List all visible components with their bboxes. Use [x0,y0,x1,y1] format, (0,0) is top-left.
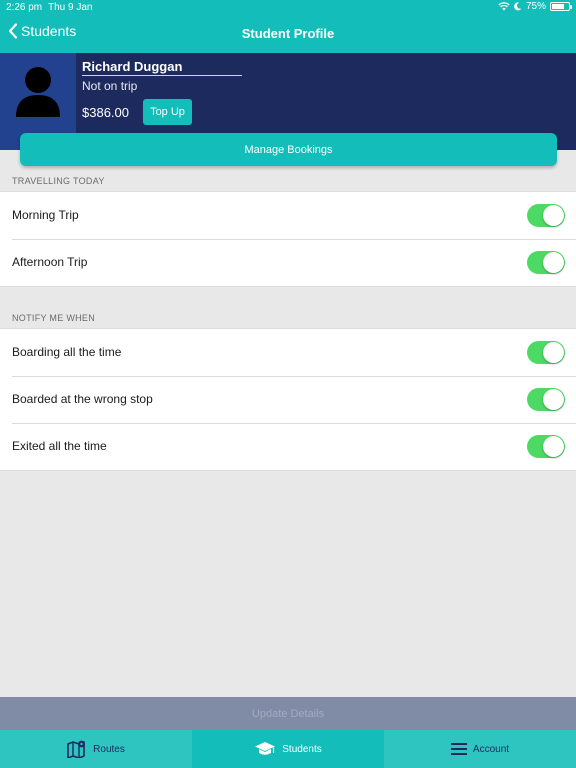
toggle-knob [543,389,564,410]
map-icon [67,740,86,758]
row-label: Boarded at the wrong stop [12,392,153,406]
tab-students[interactable]: Students [192,730,384,768]
battery-percent: 75% [525,1,546,12]
status-date: Thu 9 Jan [48,2,93,13]
wrong-stop-toggle[interactable] [527,388,565,411]
boarding-toggle[interactable] [527,341,565,364]
tab-label: Students [282,743,322,755]
toggle-knob [543,436,564,457]
exited-toggle[interactable] [527,435,565,458]
notify-group: Boarding all the time Boarded at the wro… [0,328,576,471]
toggle-knob [543,205,564,226]
toggle-knob [543,342,564,363]
section-header-travelling: TRAVELLING TODAY [12,176,105,186]
tab-account[interactable]: Account [384,730,576,768]
morning-trip-toggle[interactable] [527,204,565,227]
menu-icon [450,743,467,755]
list-item: Boarding all the time [0,329,576,376]
tab-label: Routes [93,743,125,755]
row-label: Boarding all the time [12,345,122,359]
row-label: Afternoon Trip [12,255,88,269]
battery-icon [550,2,572,11]
account-balance: $386.00 [82,105,129,120]
list-item: Boarded at the wrong stop [0,376,576,423]
afternoon-trip-toggle[interactable] [527,251,565,274]
moon-icon [514,2,522,11]
toggle-knob [543,252,564,273]
list-item: Exited all the time [0,423,576,470]
top-up-button[interactable]: Top Up [143,99,192,125]
page-title: Student Profile [241,26,335,41]
tab-routes[interactable]: Routes [0,730,192,768]
battery-fill [552,4,564,9]
navigation-bar: Students Student Profile [0,16,576,53]
tab-label: Account [472,743,510,755]
manage-bookings-button[interactable]: Manage Bookings [20,133,557,166]
status-time: 2:26 pm [6,2,43,13]
section-header-notify: NOTIFY ME WHEN [12,313,96,323]
tab-bar: Routes Students Account [0,730,576,768]
list-item: Morning Trip [0,192,576,239]
update-details-button[interactable]: Update Details [0,697,576,730]
status-bar: 2:26 pm Thu 9 Jan 75% [0,0,576,16]
wifi-icon [498,2,510,11]
graduation-cap-icon [255,742,276,755]
student-name: Richard Duggan [82,59,242,76]
app-screen: 2:26 pm Thu 9 Jan 75% Students Student P [0,0,576,768]
row-label: Morning Trip [12,208,79,222]
status-right: 75% [498,1,572,12]
list-item: Afternoon Trip [0,239,576,286]
travelling-group: Morning Trip Afternoon Trip [0,191,576,287]
trip-status: Not on trip [82,79,138,93]
row-label: Exited all the time [12,439,107,453]
person-icon [16,67,60,117]
